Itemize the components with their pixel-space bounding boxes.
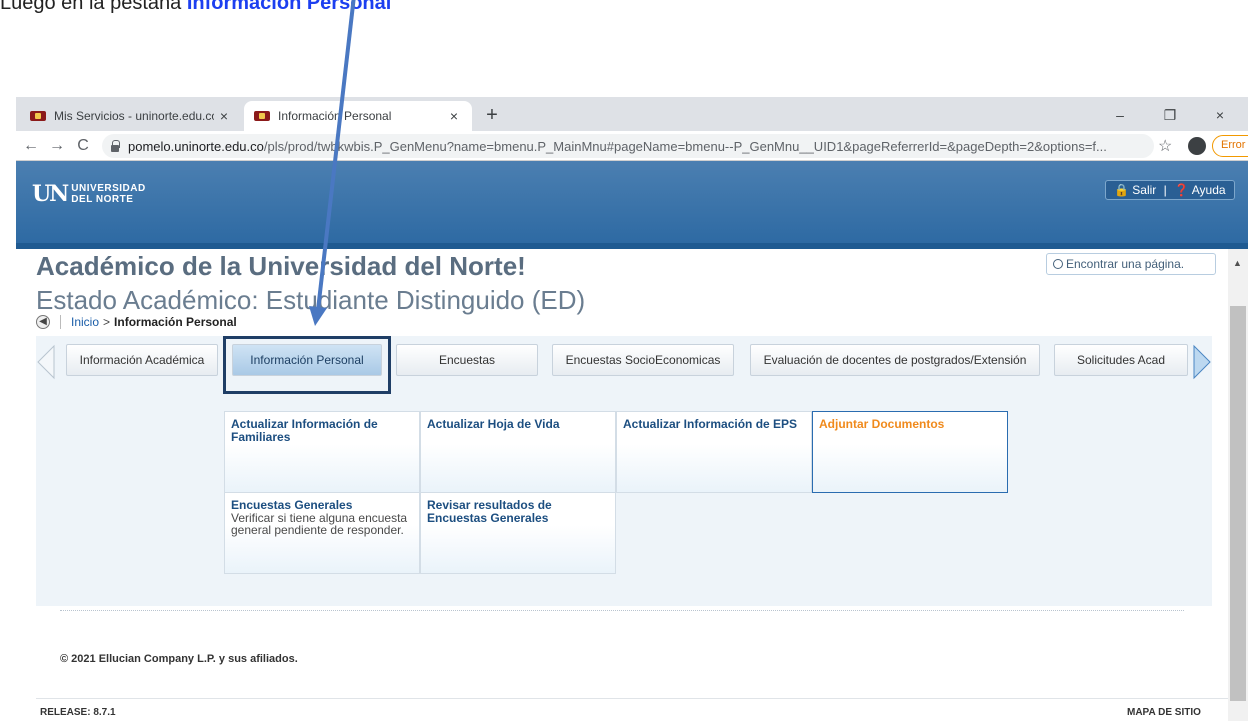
lock-icon [110,140,120,152]
instruction-text: Luego en la pestaña Información Personal [0,0,391,15]
header-separator: | [1163,183,1167,197]
favicon-icon [30,110,46,122]
browser-tab-informacion-personal[interactable]: Información Personal × [244,101,472,131]
tile-actualizar-hoja-de-vida[interactable]: Actualizar Hoja de Vida [420,411,616,493]
lock-small-icon: 🔒 [1114,183,1129,197]
back-arrow-icon[interactable]: ◀ [36,315,50,329]
tab-encuestas[interactable]: Encuestas [396,344,538,376]
logo-line-1: UNIVERSIDAD [71,183,146,194]
tile-actualizar-eps[interactable]: Actualizar Información de EPS [616,411,812,493]
help-icon: ❓ [1174,183,1190,197]
find-page-placeholder: Encontrar una página. [1066,257,1185,271]
sitemap-link[interactable]: MAPA DE SITIO [1127,707,1201,718]
tile-title: Actualizar Información de EPS [623,417,798,431]
breadcrumb-current: Información Personal [114,315,237,329]
favicon-icon [254,110,270,122]
release-label: RELEASE: 8.7.1 [40,707,116,718]
tab-encuestas-socioeconomicas[interactable]: Encuestas SocioEconomicas [552,344,734,376]
error-label: Error [1221,139,1246,151]
browser-tab-mis-servicios[interactable]: Mis Servicios - uninorte.edu.co × [20,101,242,131]
url-text: pomelo.uninorte.edu.co/pls/prod/twbkwbis… [128,139,1154,154]
content-bottom-border [36,698,1228,699]
tile-title: Revisar resultados de Encuestas Generale… [427,498,552,525]
copyright-text: © 2021 Ellucian Company L.P. y sus afili… [60,653,298,665]
welcome-title: Académico de la Universidad del Norte! [36,251,526,281]
tab-title: Mis Servicios - uninorte.edu.co [54,109,214,123]
scroll-up-icon[interactable]: ▲ [1233,258,1242,268]
tile-revisar-resultados[interactable]: Revisar resultados de Encuestas Generale… [420,492,616,574]
profile-avatar-icon[interactable] [1188,137,1206,155]
instruction-lead: Luego en la pestaña [0,0,187,14]
tab-highlight-frame [223,336,391,394]
browser-toolbar: ← → C pomelo.uninorte.edu.co/pls/prod/tw… [16,131,1248,161]
error-badge[interactable]: Error ⋮ [1212,135,1248,157]
logo-mark: UN [32,181,69,207]
tab-solicitudes-academicas[interactable]: Solicitudes Acad [1054,344,1188,376]
search-icon [1053,259,1063,269]
academic-status: Estado Académico: Estudiante Distinguido… [36,285,586,315]
tile-encuestas-generales[interactable]: Encuestas Generales Verificar si tiene a… [224,492,420,574]
breadcrumb-separator: > [103,315,111,329]
breadcrumb-home-link[interactable]: Inicio [71,315,99,329]
bookmark-star-icon[interactable]: ☆ [1158,136,1172,156]
scrollbar-thumb[interactable] [1230,306,1246,701]
tile-adjuntar-documentos[interactable]: Adjuntar Documentos [812,411,1008,493]
university-logo[interactable]: UN UNIVERSIDAD DEL NORTE [32,181,146,207]
ayuda-link[interactable]: Ayuda [1192,183,1226,197]
tile-title: Actualizar Hoja de Vida [427,417,560,431]
close-window-button[interactable]: × [1200,101,1240,129]
forward-icon[interactable]: → [46,136,68,156]
app-header [16,161,1248,243]
logo-text: UNIVERSIDAD DEL NORTE [71,183,145,205]
browser-tabstrip: Mis Servicios - uninorte.edu.co × Inform… [16,97,1248,131]
breadcrumb-divider [60,315,61,329]
address-bar[interactable]: pomelo.uninorte.edu.co/pls/prod/twbkwbis… [102,134,1154,158]
tab-evaluacion-docentes[interactable]: Evaluación de docentes de postgrados/Ext… [750,344,1040,376]
tile-title: Actualizar Información de Familiares [231,417,378,444]
tile-title: Adjuntar Documentos [819,417,945,431]
url-host: pomelo.uninorte.edu.co [128,138,264,154]
reload-icon[interactable]: C [72,136,94,156]
url-path: /pls/prod/twbkwbis.P_GenMenu?name=bmenu.… [263,138,1107,154]
tab-title: Información Personal [278,109,392,123]
instruction-highlight: Información Personal [186,0,392,14]
restore-button[interactable]: ❐ [1150,101,1190,129]
header-links: 🔒 Salir | ❓ Ayuda [1105,180,1235,200]
tab-informacion-academica[interactable]: Información Académica [66,344,218,376]
find-page-input[interactable]: Encontrar una página. [1046,253,1216,275]
scroll-tabs-right-icon[interactable] [1192,344,1212,380]
tile-desc: Verificar si tiene alguna encuesta gener… [231,511,408,537]
scroll-tabs-left-icon[interactable] [36,344,56,380]
tile-actualizar-familiares[interactable]: Actualizar Información de Familiares [224,411,420,493]
back-icon[interactable]: ← [20,136,42,156]
new-tab-button[interactable]: + [478,101,506,129]
close-tab-icon[interactable]: × [444,108,464,124]
minimize-button[interactable]: – [1100,101,1140,129]
screenshot-root: Luego en la pestaña Información Personal… [0,0,1248,721]
close-tab-icon[interactable]: × [214,108,234,124]
breadcrumb: ◀ Inicio > Información Personal [36,314,237,330]
content-divider [60,610,1184,611]
logo-line-2: DEL NORTE [71,194,134,205]
salir-link[interactable]: Salir [1132,183,1156,197]
